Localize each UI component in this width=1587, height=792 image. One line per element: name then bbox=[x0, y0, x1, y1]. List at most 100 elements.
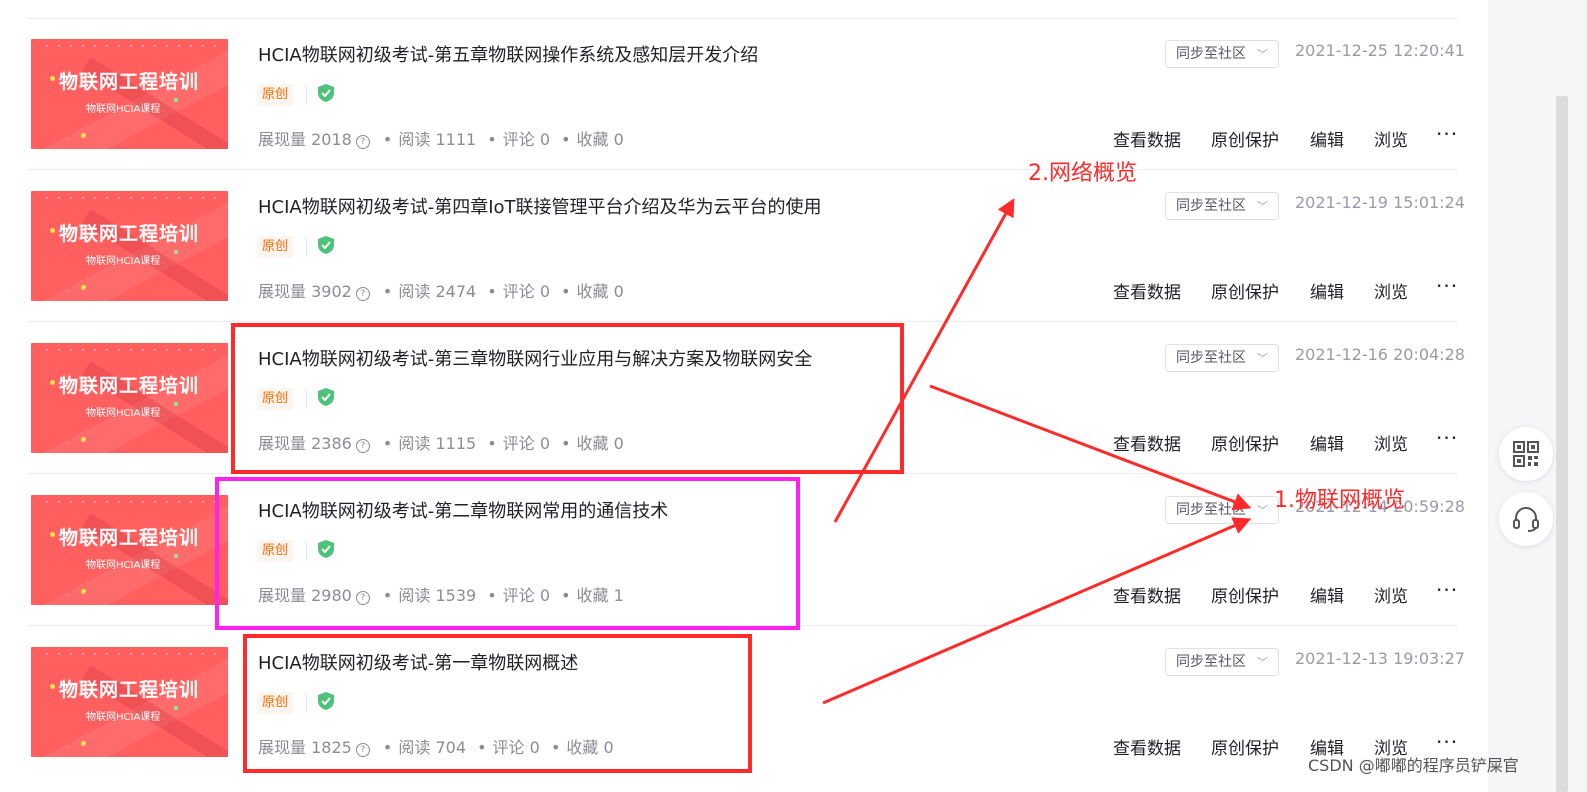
edit-button[interactable]: 编辑 bbox=[1310, 278, 1344, 303]
thumb-subtitle: 物联网HCIA课程 bbox=[86, 712, 161, 723]
help-icon[interactable]: ? bbox=[355, 743, 370, 757]
view-data-button[interactable]: 查看数据 bbox=[1113, 278, 1181, 303]
separator-dot: • bbox=[561, 282, 571, 301]
publish-date: 2021-12-16 20:04:28 bbox=[1295, 345, 1465, 364]
article-title[interactable]: HCIA物联网初级考试-第四章IoT联接管理平台介绍及华为云平台的使用 bbox=[258, 193, 822, 219]
sync-community-dropdown[interactable]: 同步至社区 ﹀ bbox=[1165, 648, 1279, 676]
article-title[interactable]: HCIA物联网初级考试-第三章物联网行业应用与解决方案及物联网安全 bbox=[258, 345, 812, 371]
sync-label: 同步至社区 bbox=[1176, 46, 1246, 62]
original-protect-button[interactable]: 原创保护 bbox=[1211, 582, 1279, 607]
view-data-button[interactable]: 查看数据 bbox=[1113, 126, 1181, 151]
views-label: 展现量 bbox=[258, 586, 307, 605]
tag-separator bbox=[306, 238, 307, 256]
thumb-dot bbox=[81, 285, 86, 290]
browse-button[interactable]: 浏览 bbox=[1374, 278, 1408, 303]
reads-count: 704 bbox=[435, 738, 467, 757]
article-thumbnail[interactable]: 物联网工程培训 物联网HCIA课程 bbox=[31, 191, 228, 301]
annotation-label-network: 2.网络概览 bbox=[1028, 161, 1137, 186]
article-thumbnail[interactable]: 物联网工程培训 物联网HCIA课程 bbox=[31, 647, 228, 757]
edit-button[interactable]: 编辑 bbox=[1310, 582, 1344, 607]
headset-icon bbox=[1513, 507, 1539, 532]
edit-button[interactable]: 编辑 bbox=[1310, 430, 1344, 455]
reads-label: 阅读 bbox=[398, 282, 431, 301]
sync-community-dropdown[interactable]: 同步至社区 ﹀ bbox=[1165, 192, 1279, 220]
favorites-count: 0 bbox=[603, 738, 614, 757]
thumb-dot bbox=[174, 706, 178, 710]
more-icon[interactable]: ··· bbox=[1436, 426, 1458, 450]
help-icon[interactable]: ? bbox=[355, 439, 370, 453]
help-icon[interactable]: ? bbox=[355, 287, 370, 301]
tag-separator bbox=[306, 86, 307, 104]
sync-label: 同步至社区 bbox=[1176, 198, 1246, 214]
edit-button[interactable]: 编辑 bbox=[1310, 126, 1344, 151]
article-thumbnail[interactable]: 物联网工程培训 物联网HCIA课程 bbox=[31, 495, 228, 605]
article-row: 物联网工程培训 物联网HCIA课程 HCIA物联网初级考试-第三章物联网行业应用… bbox=[0, 322, 1488, 474]
comments-count: 0 bbox=[529, 738, 540, 757]
comments-count: 0 bbox=[539, 586, 551, 605]
more-icon[interactable]: ··· bbox=[1436, 578, 1458, 602]
sync-community-dropdown[interactable]: 同步至社区 ﹀ bbox=[1165, 496, 1279, 524]
article-title[interactable]: HCIA物联网初级考试-第一章物联网概述 bbox=[258, 649, 578, 675]
browse-button[interactable]: 浏览 bbox=[1374, 126, 1408, 151]
reads-count: 1111 bbox=[435, 130, 477, 149]
help-icon[interactable]: ? bbox=[355, 591, 370, 605]
views-count: 2980 bbox=[311, 586, 352, 605]
original-protect-button[interactable]: 原创保护 bbox=[1211, 734, 1279, 759]
sync-label: 同步至社区 bbox=[1176, 350, 1246, 366]
favorites-count: 0 bbox=[613, 130, 624, 149]
scrollbar-thumb[interactable] bbox=[1556, 96, 1568, 792]
separator-dot: • bbox=[382, 130, 393, 149]
article-stats: 展现量 3902? • 阅读 2474 • 评论 0 • 收藏 0 bbox=[258, 278, 624, 302]
article-title[interactable]: HCIA物联网初级考试-第二章物联网常用的通信技术 bbox=[258, 497, 668, 523]
article-row: 物联网工程培训 物联网HCIA课程 HCIA物联网初级考试-第二章物联网常用的通… bbox=[0, 474, 1488, 626]
qr-code-button[interactable] bbox=[1499, 427, 1553, 481]
original-protect-button[interactable]: 原创保护 bbox=[1211, 126, 1279, 151]
sync-community-dropdown[interactable]: 同步至社区 ﹀ bbox=[1165, 344, 1279, 372]
separator-dot: • bbox=[382, 282, 393, 301]
thumb-dots bbox=[41, 197, 221, 199]
more-icon[interactable]: ··· bbox=[1436, 730, 1458, 754]
thumb-subtitle: 物联网HCIA课程 bbox=[86, 104, 161, 115]
thumb-dots bbox=[41, 501, 221, 503]
separator-dot: • bbox=[477, 738, 487, 757]
thumb-title: 物联网工程培训 bbox=[59, 527, 200, 549]
more-icon[interactable]: ··· bbox=[1436, 122, 1458, 146]
separator-dot: • bbox=[487, 282, 497, 301]
reads-label: 阅读 bbox=[398, 738, 431, 757]
view-data-button[interactable]: 查看数据 bbox=[1113, 582, 1181, 607]
original-tag: 原创 bbox=[257, 388, 294, 410]
publish-date: 2021-12-19 15:01:24 bbox=[1295, 193, 1465, 212]
browse-button[interactable]: 浏览 bbox=[1374, 582, 1408, 607]
original-protect-button[interactable]: 原创保护 bbox=[1211, 278, 1279, 303]
reads-count: 1539 bbox=[435, 586, 477, 605]
comments-label: 评论 bbox=[502, 586, 535, 605]
sync-community-dropdown[interactable]: 同步至社区 ﹀ bbox=[1165, 40, 1279, 68]
favorites-label: 收藏 bbox=[576, 586, 609, 605]
more-icon[interactable]: ··· bbox=[1436, 274, 1458, 298]
thumb-dot bbox=[174, 98, 178, 102]
separator-dot: • bbox=[487, 586, 497, 605]
original-protect-button[interactable]: 原创保护 bbox=[1211, 430, 1279, 455]
browse-button[interactable]: 浏览 bbox=[1374, 430, 1408, 455]
thumb-dot bbox=[174, 402, 178, 406]
customer-support-button[interactable] bbox=[1499, 492, 1553, 546]
views-label: 展现量 bbox=[258, 738, 307, 757]
article-title[interactable]: HCIA物联网初级考试-第五章物联网操作系统及感知层开发介绍 bbox=[258, 41, 758, 67]
help-icon[interactable]: ? bbox=[355, 135, 370, 149]
tag-separator bbox=[306, 390, 307, 408]
thumb-dot bbox=[50, 532, 55, 537]
reads-label: 阅读 bbox=[398, 130, 431, 149]
publish-date: 2021-12-13 19:03:27 bbox=[1295, 649, 1465, 668]
thumb-dot bbox=[50, 76, 55, 81]
separator-dot: • bbox=[382, 434, 393, 453]
reads-count: 2474 bbox=[435, 282, 477, 301]
chevron-down-icon: ﹀ bbox=[1257, 504, 1268, 517]
tag-separator bbox=[306, 694, 307, 712]
article-thumbnail[interactable]: 物联网工程培训 物联网HCIA课程 bbox=[31, 39, 228, 149]
thumb-subtitle: 物联网HCIA课程 bbox=[86, 256, 161, 267]
views-count: 3902 bbox=[311, 282, 352, 301]
shield-check-icon bbox=[318, 236, 334, 254]
view-data-button[interactable]: 查看数据 bbox=[1113, 430, 1181, 455]
view-data-button[interactable]: 查看数据 bbox=[1113, 734, 1181, 759]
article-thumbnail[interactable]: 物联网工程培训 物联网HCIA课程 bbox=[31, 343, 228, 453]
